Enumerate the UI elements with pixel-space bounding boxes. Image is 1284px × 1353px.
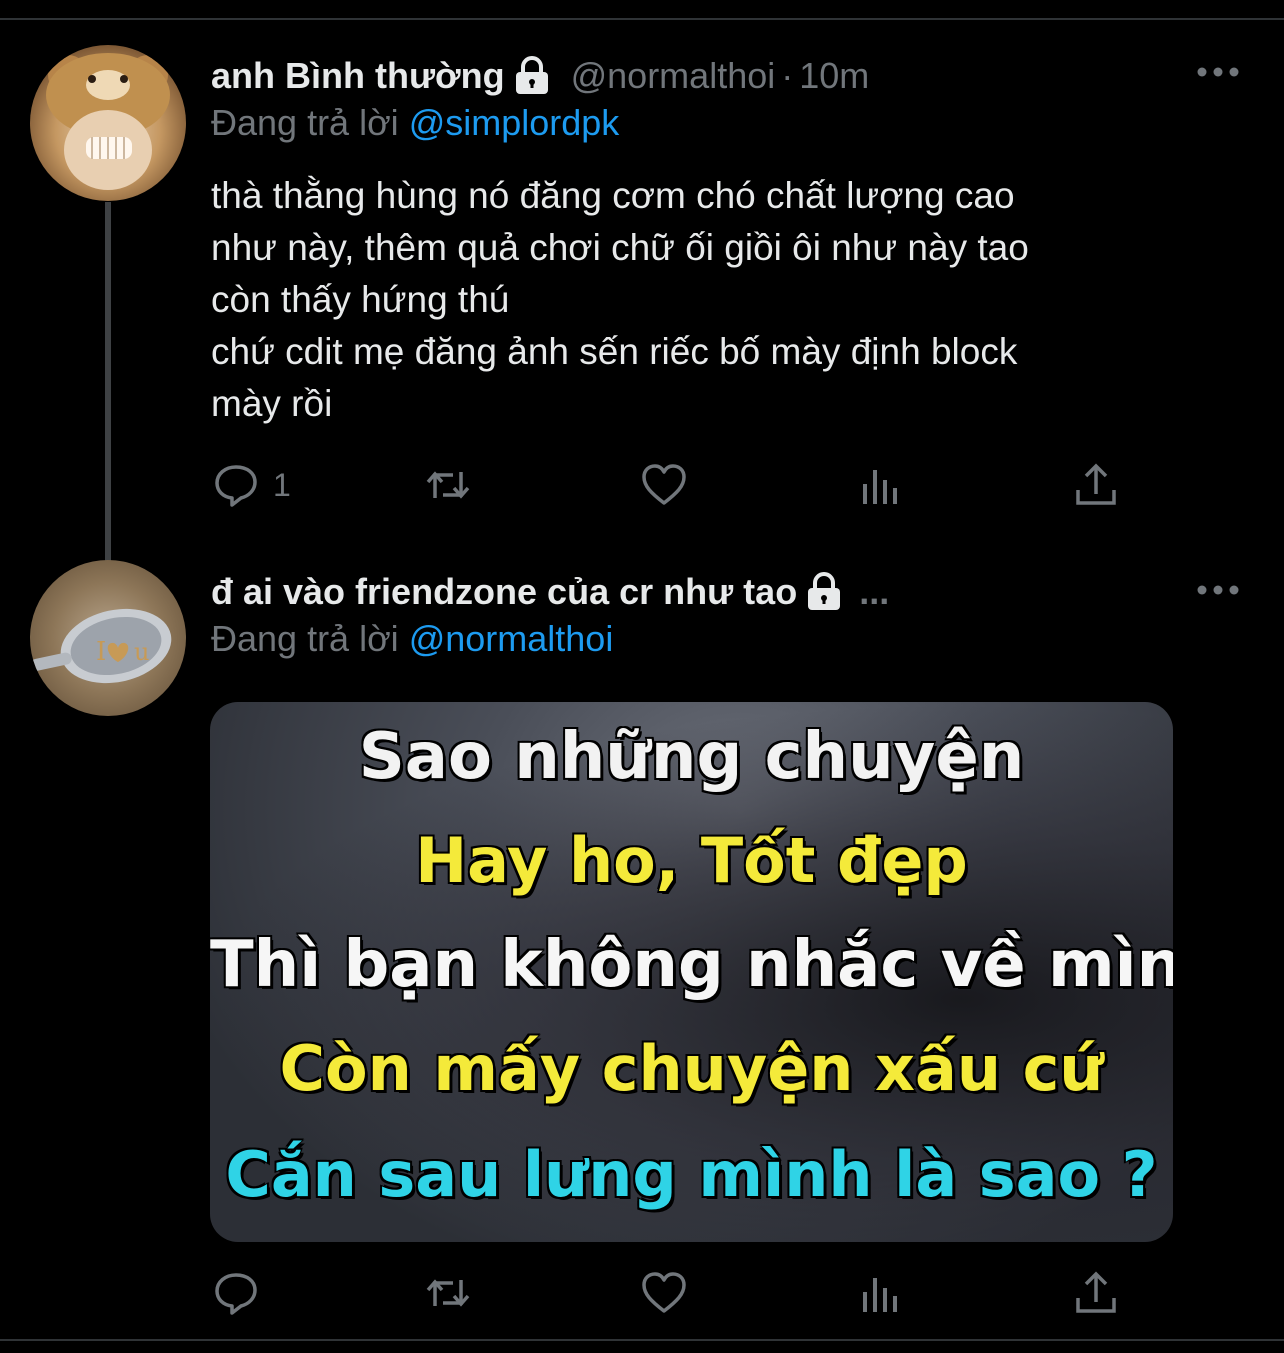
- separator: ·: [781, 55, 794, 96]
- reply-prefix: Đang trả lời: [211, 102, 399, 143]
- truncation-ellipsis: ...: [859, 571, 890, 612]
- reply-icon: [215, 1273, 257, 1315]
- media-caption-line: Còn mấy chuyện xấu cứ: [279, 1031, 1105, 1106]
- handle[interactable]: @normalthoi: [571, 55, 776, 97]
- lock-icon: [513, 56, 551, 96]
- display-name[interactable]: đ ai vào friendzone của cr như tao: [211, 571, 797, 613]
- replying-to: Đang trả lời @normalthoi: [211, 618, 613, 660]
- reply-button[interactable]: [211, 1268, 261, 1318]
- tweet-text-line: thà thằng hùng nó đăng cơm chó chất lượn…: [211, 175, 1015, 216]
- like-icon: [642, 464, 686, 505]
- bear-hat-avatar-icon: [46, 53, 170, 190]
- like-icon: [642, 1272, 686, 1313]
- media-caption-line: Cắn sau lưng mình là sao ?: [224, 1137, 1158, 1212]
- svg-text:I: I: [96, 637, 106, 667]
- more-options-button[interactable]: [1196, 580, 1240, 600]
- lock-icon: [805, 572, 843, 612]
- spoon-avatar-icon: I u: [30, 608, 172, 684]
- more-options-button[interactable]: [1196, 62, 1240, 82]
- tweet-header: anh Bình thường @normalthoi · 10m: [211, 52, 1184, 100]
- replying-to: Đang trả lời @simplordpk: [211, 102, 619, 144]
- tweet-media-image[interactable]: Sao những chuyện Hay ho, Tốt đẹp Thì bạn…: [210, 702, 1173, 1242]
- mention-link[interactable]: @normalthoi: [409, 618, 614, 659]
- media-caption-line: Hay ho, Tốt đẹp: [414, 823, 969, 898]
- tweet[interactable]: anh Bình thường @normalthoi · 10m Đang t…: [0, 20, 1284, 580]
- like-button[interactable]: [639, 460, 689, 510]
- media-caption-line: Sao những chuyện: [358, 719, 1026, 795]
- tweet-text-line: mày rồi: [211, 383, 333, 424]
- thread-connector-line: [105, 202, 111, 580]
- avatar[interactable]: [30, 45, 186, 201]
- media-caption-line: Thì bạn không nhắc về mình: [210, 927, 1173, 1003]
- views-button[interactable]: [857, 1268, 907, 1318]
- tweet-actions: 1: [211, 460, 1131, 516]
- avatar[interactable]: I u: [30, 560, 186, 716]
- reply-count: 1: [273, 466, 291, 503]
- bottom-divider: [0, 1339, 1284, 1341]
- svg-text:u: u: [134, 638, 149, 666]
- retweet-button[interactable]: [423, 460, 473, 510]
- views-button[interactable]: [857, 460, 907, 510]
- reply-icon: [215, 465, 257, 507]
- share-button[interactable]: [1071, 460, 1121, 510]
- more-icon: [1197, 585, 1239, 595]
- mention-link[interactable]: @simplordpk: [409, 102, 620, 143]
- tweet-actions: [211, 1268, 1131, 1324]
- retweet-button[interactable]: [423, 1268, 473, 1318]
- reply-prefix: Đang trả lời: [211, 618, 399, 659]
- views-icon: [863, 470, 897, 504]
- tweet[interactable]: I u đ ai vào friendzone của cr như tao .…: [0, 560, 1284, 1339]
- share-button[interactable]: [1071, 1268, 1121, 1318]
- retweet-icon: [426, 471, 470, 499]
- tweet-text-line: chứ cdit mẹ đăng ảnh sến riếc bố mày địn…: [211, 331, 1018, 372]
- like-button[interactable]: [639, 1268, 689, 1318]
- tweet-text-line: còn thấy hứng thú: [211, 279, 510, 320]
- share-icon: [1076, 463, 1116, 505]
- tweet-header: đ ai vào friendzone của cr như tao ...: [211, 568, 1184, 616]
- share-icon: [1076, 1271, 1116, 1313]
- views-icon: [863, 1278, 897, 1312]
- retweet-icon: [426, 1279, 470, 1307]
- tweet-text-line: như này, thêm quả chơi chữ ối giồi ôi nh…: [211, 227, 1029, 268]
- timestamp[interactable]: 10m: [799, 55, 869, 97]
- reply-button[interactable]: 1: [211, 460, 291, 510]
- more-icon: [1197, 67, 1239, 77]
- tweet-text: thà thằng hùng nó đăng cơm chó chất lượn…: [211, 170, 1221, 430]
- display-name[interactable]: anh Bình thường: [211, 55, 505, 97]
